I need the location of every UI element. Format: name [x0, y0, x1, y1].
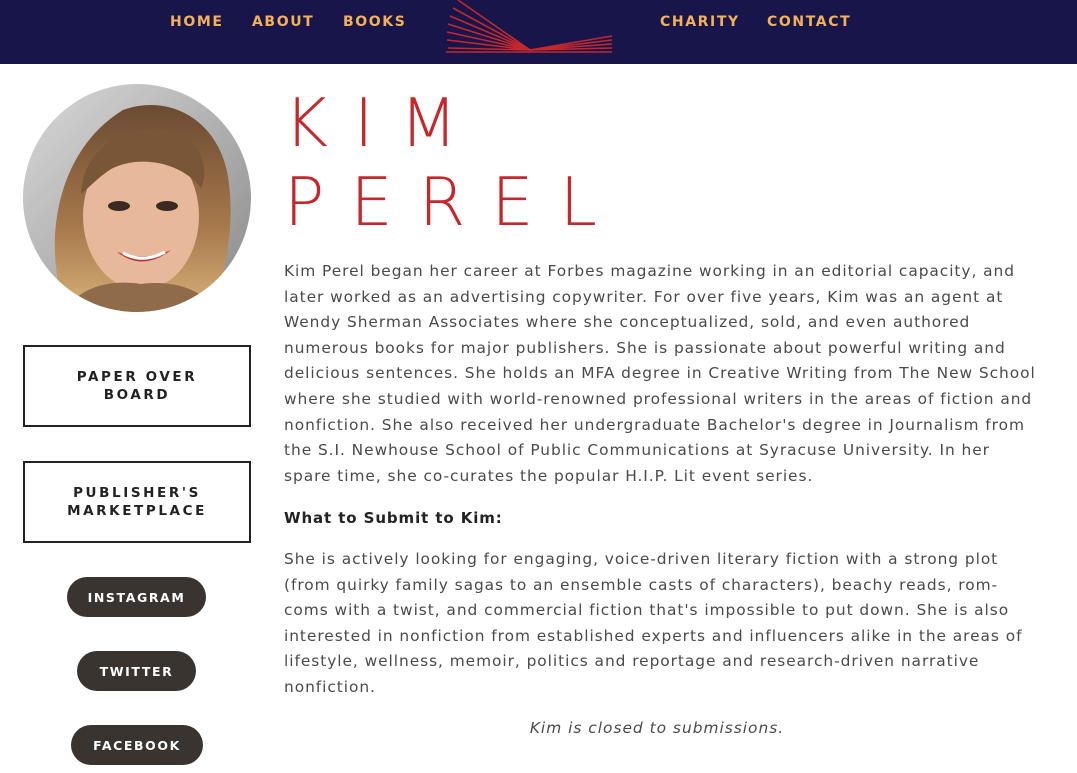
bio-paragraph: Kim Perel began her career at Forbes mag… — [284, 262, 1036, 485]
top-navigation: HOME ABOUT BOOKS CHARITY CONTACT — [0, 0, 1077, 64]
nav-contact[interactable]: CONTACT — [767, 14, 851, 30]
publishers-marketplace-link[interactable]: PUBLISHER'S MARKETPLACE — [23, 461, 251, 543]
submission-interests-paragraph: She is actively looking for engaging, vo… — [284, 550, 1023, 696]
submit-heading: What to Submit to Kim: — [284, 509, 503, 527]
agent-first-name: KIM — [284, 84, 484, 162]
nav-home[interactable]: HOME — [170, 14, 224, 30]
profile-photo — [23, 84, 251, 312]
instagram-button[interactable]: INSTAGRAM — [67, 577, 206, 617]
nav-charity[interactable]: CHARITY — [660, 14, 740, 30]
publishers-marketplace-label: PUBLISHER'S MARKETPLACE — [67, 485, 207, 519]
agent-last-name: PEREL — [284, 163, 623, 241]
paper-over-board-link[interactable]: PAPER OVER BOARD — [23, 345, 251, 427]
twitter-button[interactable]: TWITTER — [77, 651, 196, 691]
paper-over-board-label: PAPER OVER BOARD — [76, 369, 198, 403]
nav-books[interactable]: BOOKS — [343, 14, 406, 30]
submission-status: Kim is closed to submissions. — [529, 719, 785, 737]
facebook-button[interactable]: FACEBOOK — [71, 725, 203, 765]
profile-photo-image — [23, 84, 251, 312]
nav-about[interactable]: ABOUT — [252, 14, 314, 30]
open-book-logo-icon[interactable] — [444, 0, 614, 56]
agent-name-heading: KIM PEREL — [284, 84, 623, 242]
